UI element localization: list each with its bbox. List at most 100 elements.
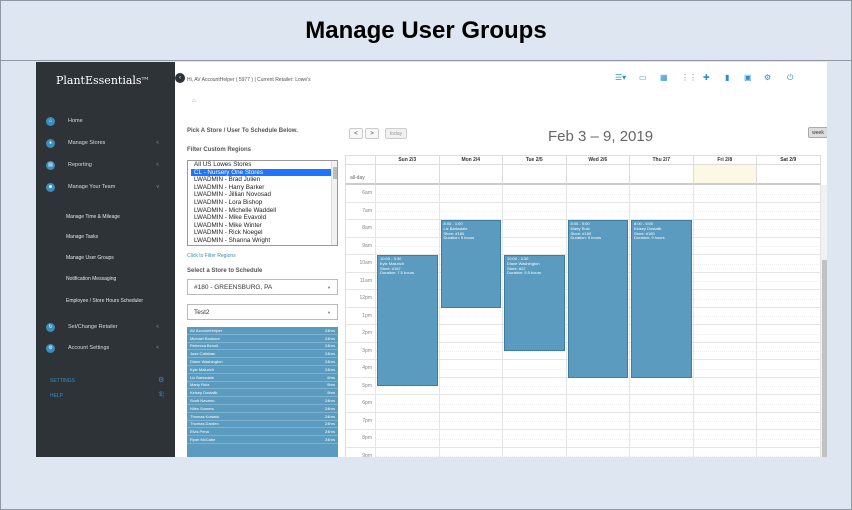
today-button[interactable]: today [385,128,407,139]
region-option[interactable]: All US Lowes Stores [191,161,337,169]
filter-regions-link[interactable]: Click to Filter Regions [187,253,236,259]
day-header[interactable]: Mon 2/4 [439,155,503,165]
user-name: AV AccountHelper [190,327,223,333]
group-select[interactable]: Test2 ▼ [187,304,338,320]
power-icon[interactable]: ⏻ [787,73,793,83]
allday-cell[interactable] [439,165,503,185]
save-icon[interactable]: ▣ [744,73,752,82]
day-header[interactable]: Wed 2/6 [566,155,630,165]
user-row[interactable]: Thomas Darden 24hrs [187,421,338,429]
grid-view-icon[interactable]: ▦ [660,73,668,82]
user-row[interactable]: Niles Sumers 24hrs [187,405,338,413]
user-row[interactable]: Marty Rutz 9hrs [187,382,338,390]
shift-event[interactable]: 10:00 - 5:30 Kyle Malurich Store: #187 Dura… [377,255,438,387]
user-row[interactable]: Kelsey Dostalik 9hrs [187,389,338,398]
user-name: Scott Navarro [190,398,215,404]
day-header[interactable]: Fri 2/8 [693,155,757,165]
user-row[interactable]: AV AccountHelper 24hrs [187,327,338,335]
event-text: Duration: 9 hours [570,235,602,241]
sidebar-subitem-notification-messaging[interactable]: Notification Messaging [66,276,116,282]
sidebar-item-reporting[interactable]: ▤ Reporting < [36,155,175,175]
event-text: Duration: 5.5 hours [507,270,542,276]
sidebar-item-label: Home [68,118,83,124]
brand-logo[interactable]: PlantEssentialsTM [56,74,148,87]
sidebar-item-manage-team[interactable]: ☻ Manage Your Team v [36,177,175,197]
day-header[interactable]: Thu 2/7 [630,155,694,165]
user-row[interactable]: Ryan McCabe 24hrs [187,436,338,444]
allday-cell[interactable] [693,165,757,185]
day-header[interactable]: Tue 2/5 [503,155,567,165]
sidebar-item-manage-stores[interactable]: ● Manage Stores < [36,133,175,153]
user-row[interactable]: Jose Callahan 24hrs [187,350,338,359]
region-option[interactable]: LWADMIN - Mike Winter [191,222,337,230]
sidebar-subitem-hours-scheduler[interactable]: Employee / Store Hours Scheduler [66,298,143,304]
settings-gears-icon[interactable]: ⚙ [764,73,771,82]
user-hours: 9hrs [327,390,335,396]
user-hours: 24hrs [324,437,335,443]
sidebar-item-label: Reporting [68,162,92,168]
shift-event[interactable]: 8:00 - 5:00 Marty Rutz Store: #180 Duration… [567,220,628,378]
shift-event[interactable]: 8:00 - 1:00 Liz Barksdale Store: #180 Durat… [440,220,501,308]
hour-label: 8pm [362,435,372,441]
user-row[interactable]: Diane Washington 24hrs [187,358,338,366]
sidebar-subitem-tasks[interactable]: Manage Tasks [66,234,98,240]
next-week-button[interactable]: > [365,128,379,139]
hour-label: 6pm [362,400,372,406]
gears-icon: ⚙ [46,343,55,353]
allday-cell[interactable] [376,165,440,185]
sidebar-subitem-time-mileage[interactable]: Manage Time & Mileage [66,214,120,220]
help-icon[interactable]: $¦ [159,392,164,398]
allday-cell[interactable] [630,165,694,185]
monitor-icon[interactable]: ▭ [639,73,647,82]
user-row[interactable]: Scott Navarro 24hrs [187,397,338,405]
half-hour-line [376,193,821,195]
prev-week-button[interactable]: < [349,128,363,139]
user-row[interactable]: Rebecca Benoit 24hrs [187,343,338,351]
region-option[interactable]: LWADMIN - Lora Bishop [191,199,337,207]
document-icon[interactable]: ▮ [725,73,729,82]
sidebar-item-account-settings[interactable]: ⚙ Account Settings < [36,338,175,358]
apps-icon[interactable]: ⋮⋮ [681,73,697,82]
sidebar-item-label: Manage Stores [68,140,106,146]
user-row[interactable]: Elvis Pena 24hrs [187,428,338,437]
week-view-button[interactable]: week [808,127,827,138]
shift-event[interactable]: 8:00 - 5:00 Kelsey Dostalik Store: #180 Dur… [631,220,692,378]
region-option[interactable]: LWADMIN - Mike Evavold [191,214,337,222]
sidebar: PlantEssentialsTM ⌂ Home ● Manage Stores < … [36,62,175,457]
list-view-icon[interactable]: ☰▾ [615,73,626,82]
sidebar-subitem-user-groups[interactable]: Manage User Groups [66,255,114,261]
allday-cell[interactable] [503,165,567,185]
user-name: Kyle Malurich [190,366,215,372]
regions-listbox[interactable]: All US Lowes Stores CL - Nursery One Stor… [187,160,338,246]
user-row[interactable]: Michael Bookout 24hrs [187,335,338,343]
region-option[interactable]: LWADMIN - Harry Barker [191,184,337,192]
user-row[interactable]: Liz Barksdale 6hrs [187,374,338,382]
allday-cell[interactable] [566,165,630,185]
region-option[interactable]: LWADMIN - Michelle Waddell [191,207,337,215]
gear-icon[interactable]: ⚙ [158,376,164,384]
region-option[interactable]: LWADMIN - Rick Noegel [191,229,337,237]
collapse-sidebar-button[interactable]: ‹ [175,73,185,83]
day-divider [438,185,440,457]
calendar-scrollbar[interactable] [821,185,827,457]
sidebar-item-home[interactable]: ⌂ Home [36,111,175,131]
sidebar-item-set-retailer[interactable]: ↻ Set/Change Retailer < [36,317,175,337]
shift-event[interactable]: 10:00 - 3:30 Diane Washington Store: #22 Du… [504,255,565,352]
region-option[interactable]: LWADMIN - Brad Julien [191,176,337,184]
region-option[interactable]: LWADMIN - Shanna Wright [191,237,337,245]
day-header[interactable]: Sat 2/9 [757,155,821,165]
user-row[interactable]: Thomas Kotwick 24hrs [187,413,338,421]
regions-scrollbar[interactable] [331,161,337,245]
add-icon[interactable]: ✚ [703,73,710,82]
users-list[interactable]: AV AccountHelper 24hrs Michael Bookout 24hr… [187,327,338,457]
store-select[interactable]: #180 - GREENSBURG, PA ▼ [187,279,338,295]
settings-link[interactable]: SETTINGS [50,378,75,384]
user-row[interactable]: Kyle Malurich 24hrs [187,366,338,374]
day-header[interactable]: Sun 2/3 [376,155,440,165]
home-icon[interactable]: ⌂ [192,98,196,104]
help-link[interactable]: HELP [50,393,63,399]
region-option[interactable]: CL - Nursery One Stores [191,168,337,177]
allday-cell[interactable] [757,165,821,185]
region-option[interactable]: LWADMIN - Jillian Novosad [191,191,337,199]
select-store-heading: Select a Store to Schedule [187,268,263,274]
